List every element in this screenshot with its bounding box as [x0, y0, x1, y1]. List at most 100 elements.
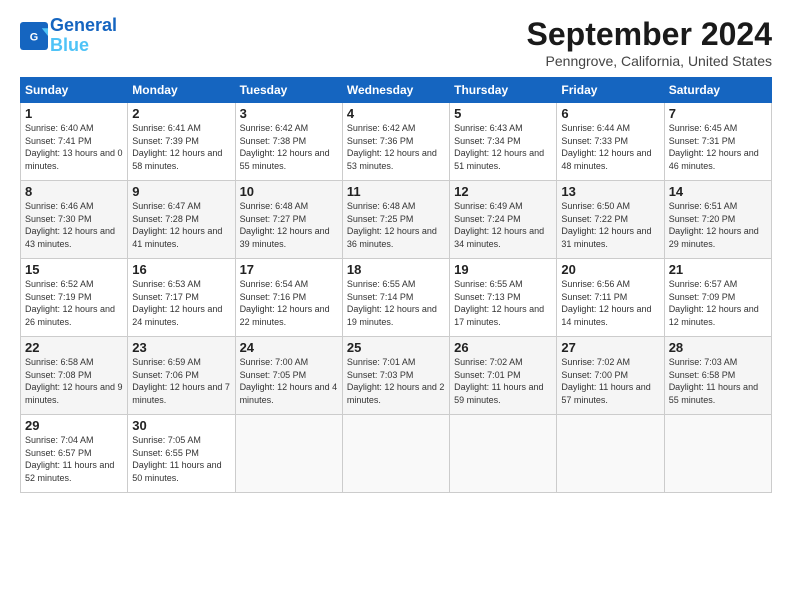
- week-row-2: 8Sunrise: 6:46 AMSunset: 7:30 PMDaylight…: [21, 181, 772, 259]
- day-number: 12: [454, 184, 552, 199]
- day-number: 11: [347, 184, 445, 199]
- day-number: 30: [132, 418, 230, 433]
- col-thursday: Thursday: [450, 78, 557, 103]
- day-number: 19: [454, 262, 552, 277]
- cell-info: Sunrise: 6:44 AMSunset: 7:33 PMDaylight:…: [561, 122, 659, 172]
- cell-info: Sunrise: 6:42 AMSunset: 7:36 PMDaylight:…: [347, 122, 445, 172]
- cell-info: Sunrise: 7:05 AMSunset: 6:55 PMDaylight:…: [132, 434, 230, 484]
- calendar-cell: [235, 415, 342, 493]
- day-number: 16: [132, 262, 230, 277]
- calendar-cell: 19Sunrise: 6:55 AMSunset: 7:13 PMDayligh…: [450, 259, 557, 337]
- day-number: 26: [454, 340, 552, 355]
- calendar-cell: 13Sunrise: 6:50 AMSunset: 7:22 PMDayligh…: [557, 181, 664, 259]
- cell-info: Sunrise: 7:02 AMSunset: 7:01 PMDaylight:…: [454, 356, 552, 406]
- cell-info: Sunrise: 7:02 AMSunset: 7:00 PMDaylight:…: [561, 356, 659, 406]
- calendar-cell: 15Sunrise: 6:52 AMSunset: 7:19 PMDayligh…: [21, 259, 128, 337]
- day-number: 15: [25, 262, 123, 277]
- col-wednesday: Wednesday: [342, 78, 449, 103]
- week-row-3: 15Sunrise: 6:52 AMSunset: 7:19 PMDayligh…: [21, 259, 772, 337]
- col-sunday: Sunday: [21, 78, 128, 103]
- day-number: 18: [347, 262, 445, 277]
- logo-name: GeneralBlue: [50, 16, 117, 56]
- cell-info: Sunrise: 6:55 AMSunset: 7:13 PMDaylight:…: [454, 278, 552, 328]
- calendar-cell: 10Sunrise: 6:48 AMSunset: 7:27 PMDayligh…: [235, 181, 342, 259]
- calendar-cell: 6Sunrise: 6:44 AMSunset: 7:33 PMDaylight…: [557, 103, 664, 181]
- calendar-cell: 14Sunrise: 6:51 AMSunset: 7:20 PMDayligh…: [664, 181, 771, 259]
- day-number: 8: [25, 184, 123, 199]
- day-number: 5: [454, 106, 552, 121]
- day-number: 6: [561, 106, 659, 121]
- cell-info: Sunrise: 6:53 AMSunset: 7:17 PMDaylight:…: [132, 278, 230, 328]
- cell-info: Sunrise: 6:56 AMSunset: 7:11 PMDaylight:…: [561, 278, 659, 328]
- cell-info: Sunrise: 7:00 AMSunset: 7:05 PMDaylight:…: [240, 356, 338, 406]
- calendar-cell: 23Sunrise: 6:59 AMSunset: 7:06 PMDayligh…: [128, 337, 235, 415]
- page-subtitle: Penngrove, California, United States: [527, 53, 772, 69]
- cell-info: Sunrise: 6:57 AMSunset: 7:09 PMDaylight:…: [669, 278, 767, 328]
- cell-info: Sunrise: 6:51 AMSunset: 7:20 PMDaylight:…: [669, 200, 767, 250]
- calendar-cell: 27Sunrise: 7:02 AMSunset: 7:00 PMDayligh…: [557, 337, 664, 415]
- calendar-cell: 5Sunrise: 6:43 AMSunset: 7:34 PMDaylight…: [450, 103, 557, 181]
- cell-info: Sunrise: 6:58 AMSunset: 7:08 PMDaylight:…: [25, 356, 123, 406]
- cell-info: Sunrise: 7:01 AMSunset: 7:03 PMDaylight:…: [347, 356, 445, 406]
- cell-info: Sunrise: 7:03 AMSunset: 6:58 PMDaylight:…: [669, 356, 767, 406]
- day-number: 25: [347, 340, 445, 355]
- day-number: 29: [25, 418, 123, 433]
- cell-info: Sunrise: 6:54 AMSunset: 7:16 PMDaylight:…: [240, 278, 338, 328]
- calendar-header-row: Sunday Monday Tuesday Wednesday Thursday…: [21, 78, 772, 103]
- day-number: 4: [347, 106, 445, 121]
- cell-info: Sunrise: 6:49 AMSunset: 7:24 PMDaylight:…: [454, 200, 552, 250]
- calendar-cell: 25Sunrise: 7:01 AMSunset: 7:03 PMDayligh…: [342, 337, 449, 415]
- day-number: 3: [240, 106, 338, 121]
- day-number: 27: [561, 340, 659, 355]
- week-row-4: 22Sunrise: 6:58 AMSunset: 7:08 PMDayligh…: [21, 337, 772, 415]
- calendar-cell: [664, 415, 771, 493]
- cell-info: Sunrise: 6:45 AMSunset: 7:31 PMDaylight:…: [669, 122, 767, 172]
- calendar-cell: [342, 415, 449, 493]
- calendar-cell: 29Sunrise: 7:04 AMSunset: 6:57 PMDayligh…: [21, 415, 128, 493]
- day-number: 23: [132, 340, 230, 355]
- page-header: G GeneralBlue September 2024 Penngrove, …: [20, 16, 772, 69]
- calendar-table: Sunday Monday Tuesday Wednesday Thursday…: [20, 77, 772, 493]
- cell-info: Sunrise: 6:41 AMSunset: 7:39 PMDaylight:…: [132, 122, 230, 172]
- col-saturday: Saturday: [664, 78, 771, 103]
- calendar-cell: 30Sunrise: 7:05 AMSunset: 6:55 PMDayligh…: [128, 415, 235, 493]
- calendar-cell: 18Sunrise: 6:55 AMSunset: 7:14 PMDayligh…: [342, 259, 449, 337]
- week-row-1: 1Sunrise: 6:40 AMSunset: 7:41 PMDaylight…: [21, 103, 772, 181]
- calendar-cell: 24Sunrise: 7:00 AMSunset: 7:05 PMDayligh…: [235, 337, 342, 415]
- calendar-cell: 17Sunrise: 6:54 AMSunset: 7:16 PMDayligh…: [235, 259, 342, 337]
- day-number: 20: [561, 262, 659, 277]
- cell-info: Sunrise: 6:50 AMSunset: 7:22 PMDaylight:…: [561, 200, 659, 250]
- cell-info: Sunrise: 6:46 AMSunset: 7:30 PMDaylight:…: [25, 200, 123, 250]
- day-number: 17: [240, 262, 338, 277]
- day-number: 1: [25, 106, 123, 121]
- calendar-cell: 28Sunrise: 7:03 AMSunset: 6:58 PMDayligh…: [664, 337, 771, 415]
- calendar-cell: 20Sunrise: 6:56 AMSunset: 7:11 PMDayligh…: [557, 259, 664, 337]
- day-number: 14: [669, 184, 767, 199]
- svg-text:G: G: [30, 31, 38, 43]
- logo: G GeneralBlue: [20, 16, 117, 56]
- calendar-cell: 26Sunrise: 7:02 AMSunset: 7:01 PMDayligh…: [450, 337, 557, 415]
- calendar-cell: 7Sunrise: 6:45 AMSunset: 7:31 PMDaylight…: [664, 103, 771, 181]
- day-number: 21: [669, 262, 767, 277]
- title-block: September 2024 Penngrove, California, Un…: [527, 16, 772, 69]
- day-number: 9: [132, 184, 230, 199]
- day-number: 13: [561, 184, 659, 199]
- week-row-5: 29Sunrise: 7:04 AMSunset: 6:57 PMDayligh…: [21, 415, 772, 493]
- cell-info: Sunrise: 6:40 AMSunset: 7:41 PMDaylight:…: [25, 122, 123, 172]
- logo-icon: G: [20, 22, 48, 50]
- cell-info: Sunrise: 6:42 AMSunset: 7:38 PMDaylight:…: [240, 122, 338, 172]
- calendar-cell: 16Sunrise: 6:53 AMSunset: 7:17 PMDayligh…: [128, 259, 235, 337]
- calendar-cell: 2Sunrise: 6:41 AMSunset: 7:39 PMDaylight…: [128, 103, 235, 181]
- calendar-cell: 11Sunrise: 6:48 AMSunset: 7:25 PMDayligh…: [342, 181, 449, 259]
- cell-info: Sunrise: 7:04 AMSunset: 6:57 PMDaylight:…: [25, 434, 123, 484]
- cell-info: Sunrise: 6:47 AMSunset: 7:28 PMDaylight:…: [132, 200, 230, 250]
- day-number: 10: [240, 184, 338, 199]
- col-tuesday: Tuesday: [235, 78, 342, 103]
- day-number: 7: [669, 106, 767, 121]
- cell-info: Sunrise: 6:59 AMSunset: 7:06 PMDaylight:…: [132, 356, 230, 406]
- col-monday: Monday: [128, 78, 235, 103]
- calendar-cell: 1Sunrise: 6:40 AMSunset: 7:41 PMDaylight…: [21, 103, 128, 181]
- page-title: September 2024: [527, 16, 772, 53]
- calendar-cell: 22Sunrise: 6:58 AMSunset: 7:08 PMDayligh…: [21, 337, 128, 415]
- cell-info: Sunrise: 6:52 AMSunset: 7:19 PMDaylight:…: [25, 278, 123, 328]
